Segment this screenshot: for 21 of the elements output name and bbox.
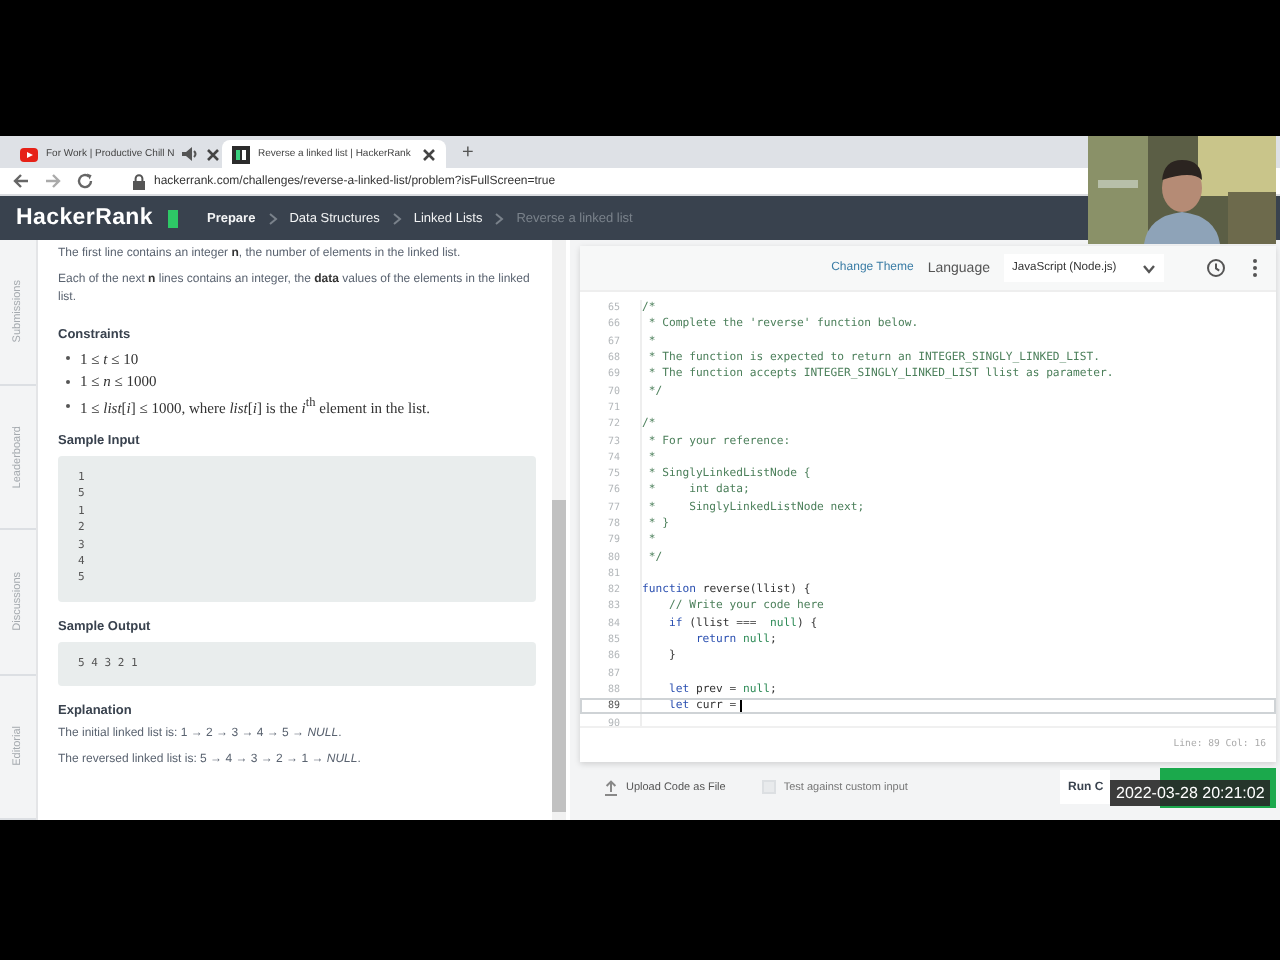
logo[interactable]: HackerRank [16,209,179,227]
new-tab-button[interactable]: + [450,140,486,168]
chevron-icon [267,211,278,225]
site-icon [232,145,250,163]
close-icon[interactable] [422,147,436,161]
chevron-icon [494,211,505,225]
caret-icon [1142,263,1156,273]
history-icon[interactable] [1206,258,1226,278]
video-icon [20,145,38,163]
upload-icon [604,779,618,795]
text-cursor [740,699,743,714]
reload-icon[interactable] [76,172,94,190]
chevron-icon [391,211,402,225]
timestamp: 2022-03-28 20:21:02 [1110,780,1271,806]
scrollbar[interactable] [552,240,566,820]
more-icon[interactable] [1252,258,1258,278]
close-icon[interactable] [206,147,221,161]
speaker-icon[interactable] [182,146,199,162]
back-icon[interactable] [12,172,30,190]
scrollbar-thumb[interactable] [552,500,566,812]
lock-icon [132,173,146,189]
